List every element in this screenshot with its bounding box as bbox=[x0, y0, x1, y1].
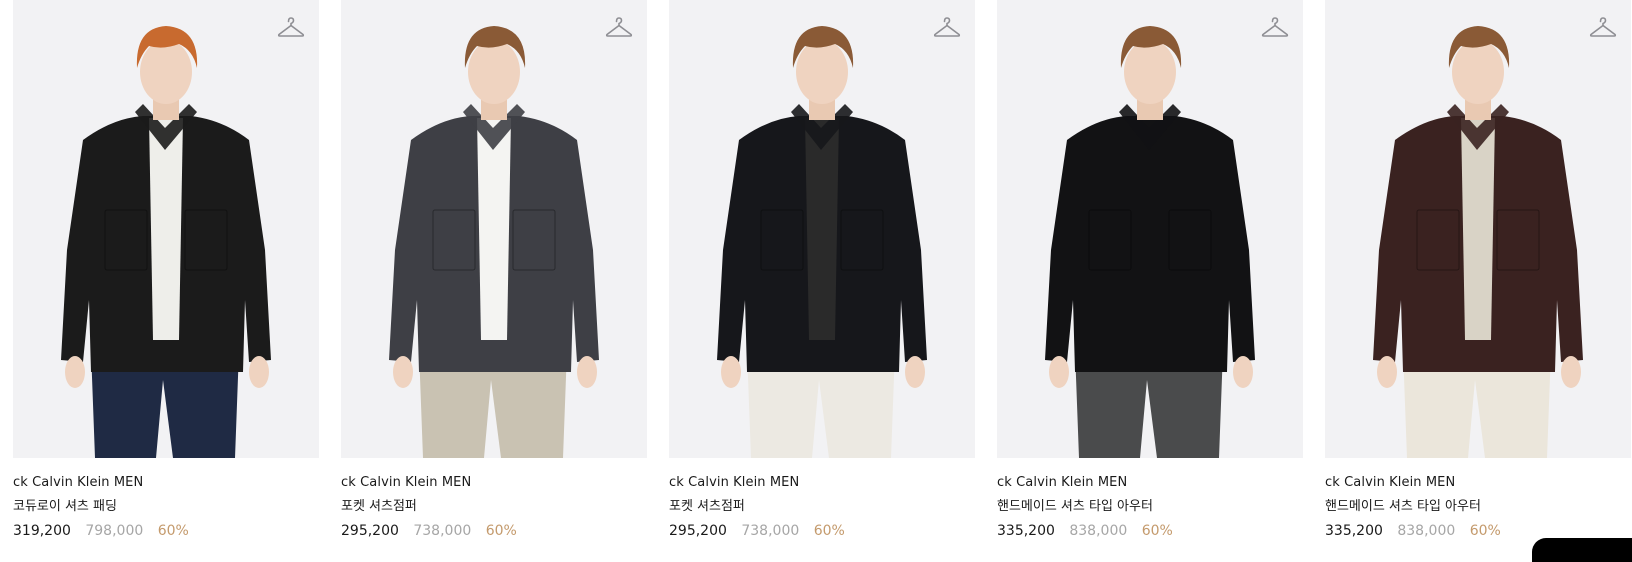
product-card-4[interactable]: ck Calvin Klein MEN 핸드메이드 셔츠 타입 아우터 335,… bbox=[997, 0, 1303, 539]
product-name[interactable]: 코듀로이 셔츠 패딩 bbox=[13, 499, 319, 515]
product-prices: 295,200 738,000 60% bbox=[669, 523, 975, 539]
model-photo bbox=[13, 0, 319, 458]
product-prices: 319,200 798,000 60% bbox=[13, 523, 319, 539]
product-name[interactable]: 핸드메이드 셔츠 타입 아우터 bbox=[997, 499, 1303, 515]
discount-rate: 60% bbox=[486, 523, 517, 539]
product-name[interactable]: 포켓 셔츠점퍼 bbox=[341, 499, 647, 515]
product-brand[interactable]: ck Calvin Klein MEN bbox=[669, 475, 975, 491]
product-image[interactable] bbox=[669, 0, 975, 458]
discount-rate: 60% bbox=[158, 523, 189, 539]
product-grid: ck Calvin Klein MEN 코듀로이 셔츠 패딩 319,200 7… bbox=[13, 0, 1631, 539]
product-prices: 335,200 838,000 60% bbox=[1325, 523, 1631, 539]
floating-action-tab[interactable] bbox=[1532, 538, 1632, 562]
model-photo bbox=[669, 0, 975, 458]
product-image[interactable] bbox=[341, 0, 647, 458]
discount-rate: 60% bbox=[1142, 523, 1173, 539]
product-card-3[interactable]: ck Calvin Klein MEN 포켓 셔츠점퍼 295,200 738,… bbox=[669, 0, 975, 539]
product-name[interactable]: 핸드메이드 셔츠 타입 아우터 bbox=[1325, 499, 1631, 515]
sale-price: 335,200 bbox=[997, 523, 1055, 539]
hanger-icon[interactable] bbox=[277, 16, 305, 40]
product-brand[interactable]: ck Calvin Klein MEN bbox=[997, 475, 1303, 491]
hanger-icon[interactable] bbox=[1261, 16, 1289, 40]
product-info: ck Calvin Klein MEN 포켓 셔츠점퍼 295,200 738,… bbox=[341, 458, 647, 539]
original-price: 738,000 bbox=[741, 523, 799, 539]
product-name[interactable]: 포켓 셔츠점퍼 bbox=[669, 499, 975, 515]
sale-price: 295,200 bbox=[669, 523, 727, 539]
product-info: ck Calvin Klein MEN 포켓 셔츠점퍼 295,200 738,… bbox=[669, 458, 975, 539]
sale-price: 295,200 bbox=[341, 523, 399, 539]
hanger-icon[interactable] bbox=[605, 16, 633, 40]
original-price: 738,000 bbox=[413, 523, 471, 539]
sale-price: 335,200 bbox=[1325, 523, 1383, 539]
product-brand[interactable]: ck Calvin Klein MEN bbox=[1325, 475, 1631, 491]
discount-rate: 60% bbox=[1470, 523, 1501, 539]
product-image[interactable] bbox=[13, 0, 319, 458]
product-prices: 295,200 738,000 60% bbox=[341, 523, 647, 539]
hanger-icon[interactable] bbox=[933, 16, 961, 40]
product-image[interactable] bbox=[1325, 0, 1631, 458]
product-card-2[interactable]: ck Calvin Klein MEN 포켓 셔츠점퍼 295,200 738,… bbox=[341, 0, 647, 539]
hanger-icon[interactable] bbox=[1589, 16, 1617, 40]
product-card-5[interactable]: ck Calvin Klein MEN 핸드메이드 셔츠 타입 아우터 335,… bbox=[1325, 0, 1631, 539]
product-brand[interactable]: ck Calvin Klein MEN bbox=[341, 475, 647, 491]
product-image[interactable] bbox=[997, 0, 1303, 458]
model-photo bbox=[997, 0, 1303, 458]
product-info: ck Calvin Klein MEN 코듀로이 셔츠 패딩 319,200 7… bbox=[13, 458, 319, 539]
product-brand[interactable]: ck Calvin Klein MEN bbox=[13, 475, 319, 491]
product-card-1[interactable]: ck Calvin Klein MEN 코듀로이 셔츠 패딩 319,200 7… bbox=[13, 0, 319, 539]
product-info: ck Calvin Klein MEN 핸드메이드 셔츠 타입 아우터 335,… bbox=[1325, 458, 1631, 539]
product-info: ck Calvin Klein MEN 핸드메이드 셔츠 타입 아우터 335,… bbox=[997, 458, 1303, 539]
discount-rate: 60% bbox=[814, 523, 845, 539]
sale-price: 319,200 bbox=[13, 523, 71, 539]
original-price: 798,000 bbox=[85, 523, 143, 539]
original-price: 838,000 bbox=[1069, 523, 1127, 539]
original-price: 838,000 bbox=[1397, 523, 1455, 539]
model-photo bbox=[341, 0, 647, 458]
model-photo bbox=[1325, 0, 1631, 458]
product-prices: 335,200 838,000 60% bbox=[997, 523, 1303, 539]
